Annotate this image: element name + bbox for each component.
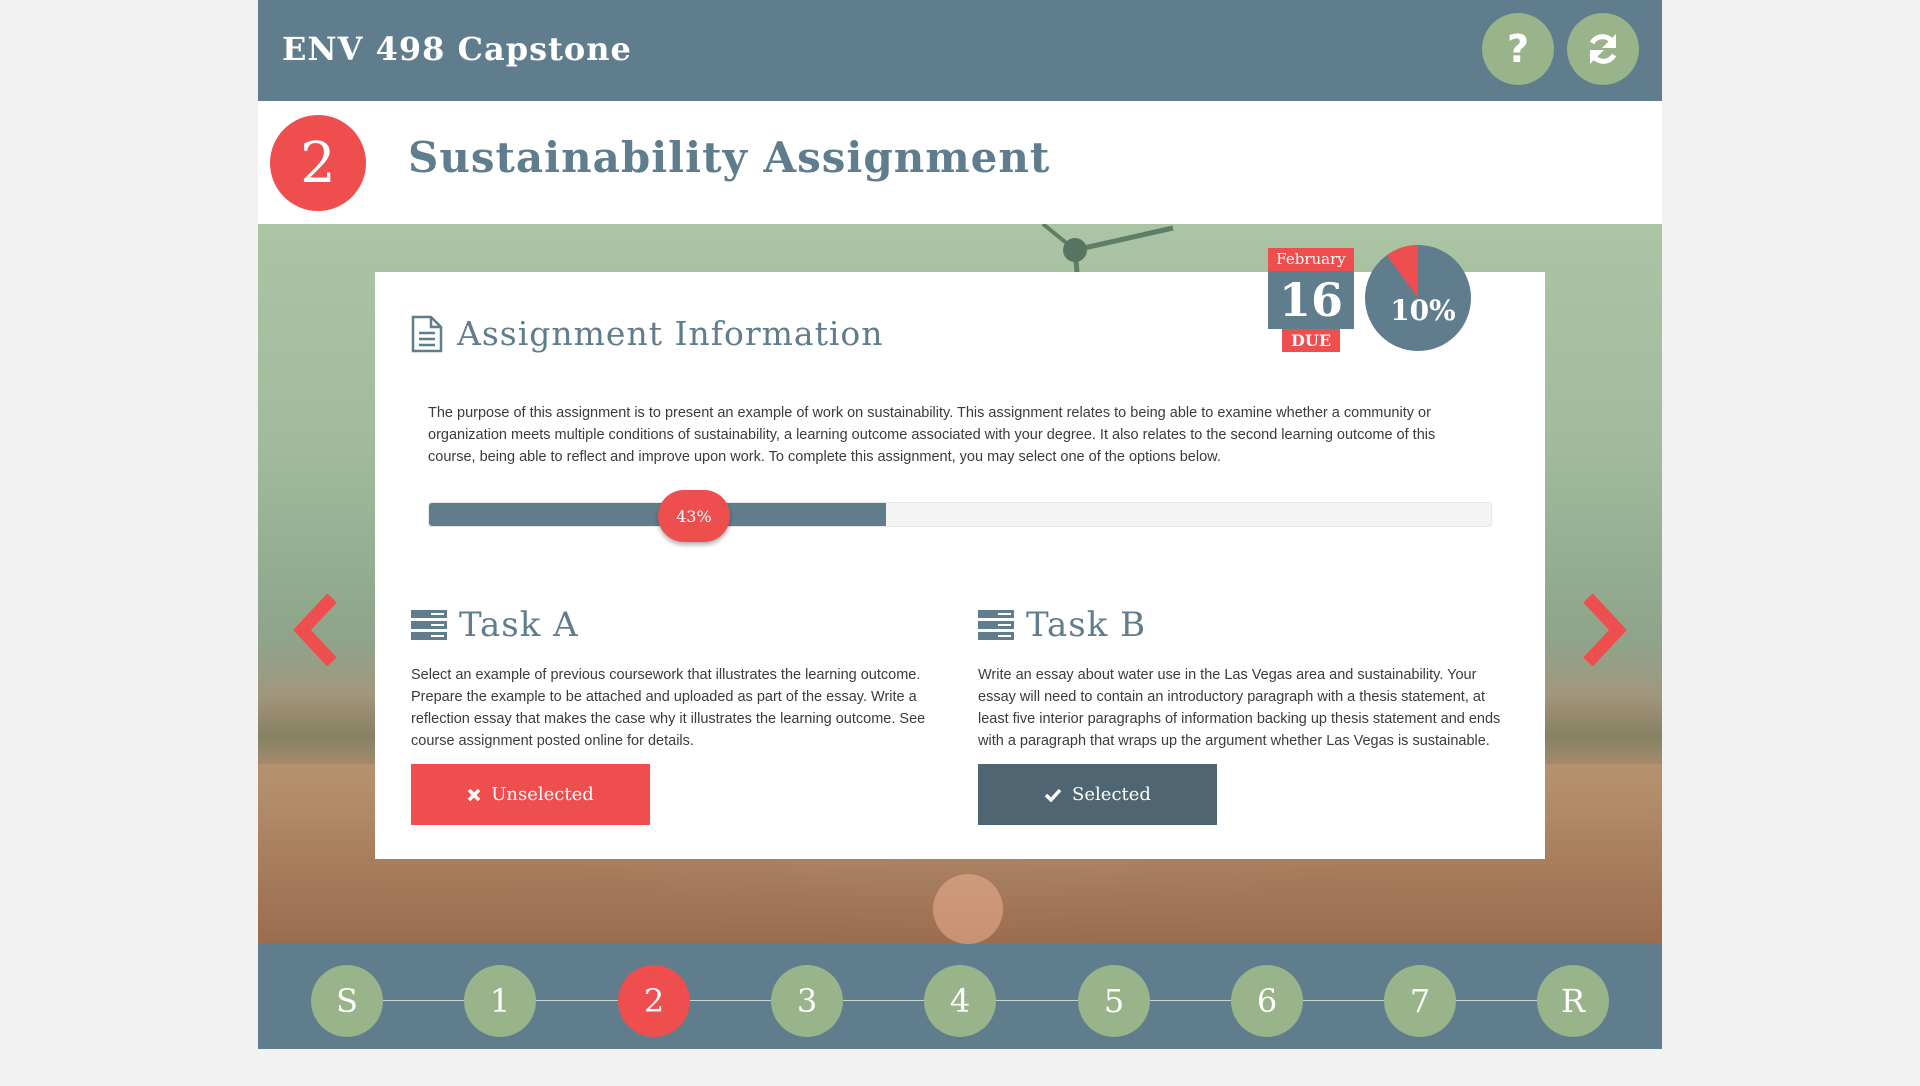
task-b-button-label: Selected xyxy=(1072,784,1151,805)
background-lens-flare xyxy=(933,874,1003,944)
chevron-right-icon xyxy=(1583,593,1627,667)
task-b-title: Task B xyxy=(1026,605,1147,645)
task-b: Task B Write an essay about water use in… xyxy=(978,602,1518,825)
help-button[interactable]: ? xyxy=(1482,13,1554,85)
refresh-icon xyxy=(1589,34,1617,64)
header-bar: ENV 498 Capstone ? xyxy=(258,0,1662,101)
due-month: February xyxy=(1268,248,1354,271)
due-label: DUE xyxy=(1282,329,1340,352)
step-1[interactable]: 1 xyxy=(464,965,536,1037)
previous-arrow-button[interactable] xyxy=(288,590,348,670)
next-arrow-button[interactable] xyxy=(1572,590,1632,670)
assignment-info-title: Assignment Information xyxy=(457,314,884,353)
step-5[interactable]: 5 xyxy=(1078,965,1150,1037)
app-title: ENV 498 Capstone xyxy=(282,30,632,68)
assignment-description: The purpose of this assignment is to pre… xyxy=(428,405,1436,465)
due-day: 16 xyxy=(1268,271,1354,329)
task-a-title: Task A xyxy=(459,605,579,645)
task-b-heading: Task B xyxy=(978,602,1518,648)
step-7[interactable]: 7 xyxy=(1384,965,1456,1037)
step-navigation: S 1 2 3 4 5 6 7 R xyxy=(258,944,1662,1049)
document-icon xyxy=(411,315,443,352)
task-b-select-button[interactable]: Selected xyxy=(978,764,1217,825)
question-mark-icon: ? xyxy=(1506,27,1530,71)
step-2[interactable]: 2 xyxy=(618,965,690,1037)
progress-knob[interactable]: 43% xyxy=(657,490,730,542)
task-b-description: Write an essay about water use in the La… xyxy=(978,667,1501,749)
task-a-button-label: Unselected xyxy=(491,784,594,805)
task-a-description: Select an example of previous coursework… xyxy=(411,667,926,749)
step-s[interactable]: S xyxy=(311,965,383,1037)
step-4[interactable]: 4 xyxy=(924,965,996,1037)
refresh-button[interactable] xyxy=(1567,13,1639,85)
grade-weight-label: 10% xyxy=(1390,294,1456,327)
progress-bar[interactable]: 43% xyxy=(428,490,1492,542)
task-a-heading: Task A xyxy=(411,602,951,648)
x-icon xyxy=(467,788,481,801)
assignment-title-bar: 2 Sustainability Assignment xyxy=(258,101,1662,224)
app: ENV 498 Capstone ? 2 Sustainability Assi… xyxy=(258,0,1662,1049)
assignment-info-heading: Assignment Information xyxy=(411,314,884,353)
due-date-badge: February 16 DUE xyxy=(1268,248,1354,352)
assignment-number-badge: 2 xyxy=(270,115,366,211)
page-title: Sustainability Assignment xyxy=(408,133,1051,182)
task-a: Task A Select an example of previous cou… xyxy=(411,602,951,825)
check-icon xyxy=(1044,788,1062,802)
assignment-card: Assignment Information February 16 DUE 1… xyxy=(375,245,1545,859)
step-r[interactable]: R xyxy=(1537,965,1609,1037)
server-stack-icon xyxy=(411,610,447,640)
server-stack-icon xyxy=(978,610,1014,640)
wind-turbine-graphic xyxy=(1041,224,1174,272)
task-a-select-button[interactable]: Unselected xyxy=(411,764,650,825)
chevron-left-icon xyxy=(293,593,337,667)
step-6[interactable]: 6 xyxy=(1231,965,1303,1037)
step-3[interactable]: 3 xyxy=(771,965,843,1037)
